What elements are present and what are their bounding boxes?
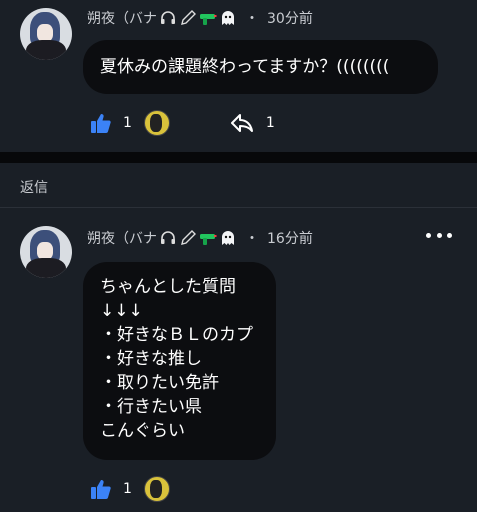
author-avatar[interactable] (20, 226, 72, 278)
author-name[interactable]: 朔夜（バナ (87, 8, 157, 28)
comment-line: ちゃんとした質問 (100, 277, 236, 297)
thumbs-up-icon[interactable] (90, 112, 112, 134)
pencil-icon (181, 230, 196, 245)
water-gun-icon (200, 234, 217, 245)
comment-line: 夏休みの課題終わってますか？(((((((( (100, 57, 390, 77)
comment-line: ・好きな推し (100, 349, 202, 369)
comment-line: ・取りたい免許 (100, 373, 219, 393)
liker-avatar[interactable] (143, 110, 170, 136)
like-count: 1 (123, 115, 132, 131)
author-name[interactable]: 朔夜（バナ (87, 228, 157, 248)
post-time: 16分前 (267, 231, 313, 247)
comment-line: ・行きたい県 (100, 397, 202, 417)
thumbs-up-icon[interactable] (90, 478, 112, 500)
post-meta: 朔夜（バナ ・ 16分前 (87, 228, 313, 248)
comment-line: こんぐらい (100, 421, 185, 441)
more-dot (447, 232, 452, 238)
more-dots-icon (426, 232, 431, 238)
author-avatar[interactable] (20, 8, 72, 60)
comment-bubble: ちゃんとした質問 ↓↓↓ ・好きなＢＬのカプ ・好きな推し ・取りたい免許 ・行… (83, 262, 276, 460)
share-count: 1 (265, 115, 275, 131)
avatar-coat (26, 40, 66, 60)
avatar-coat (26, 258, 66, 278)
separator-dot: ・ (245, 231, 259, 247)
liker-avatar[interactable] (143, 476, 170, 502)
separator-dot: ・ (245, 11, 259, 27)
ghost-icon (222, 231, 234, 245)
comment-line: ↓↓↓ (100, 301, 143, 321)
reply-arrow-icon[interactable] (230, 112, 254, 134)
pencil-icon (181, 10, 196, 25)
more-options-button[interactable] (426, 225, 452, 245)
comment-line: ・好きなＢＬのカプ (100, 325, 253, 345)
more-dot (436, 232, 442, 238)
water-gun-icon (200, 14, 217, 25)
section-divider (0, 152, 477, 163)
headphones-icon (161, 11, 175, 24)
header-divider (0, 207, 477, 208)
post-actions: 1 1 (90, 110, 275, 136)
post-actions: 1 (90, 476, 170, 502)
post-meta: 朔夜（バナ ・ 30分前 (87, 8, 313, 28)
reply-section-title: 返信 (20, 180, 48, 196)
like-count: 1 (123, 481, 132, 497)
post-time: 30分前 (267, 11, 313, 27)
liker-avatar-figure (149, 480, 162, 498)
headphones-icon (161, 231, 175, 244)
ghost-icon (222, 11, 234, 25)
comment-bubble: 夏休みの課題終わってますか？(((((((( (83, 40, 438, 94)
liker-avatar-figure (149, 114, 162, 132)
